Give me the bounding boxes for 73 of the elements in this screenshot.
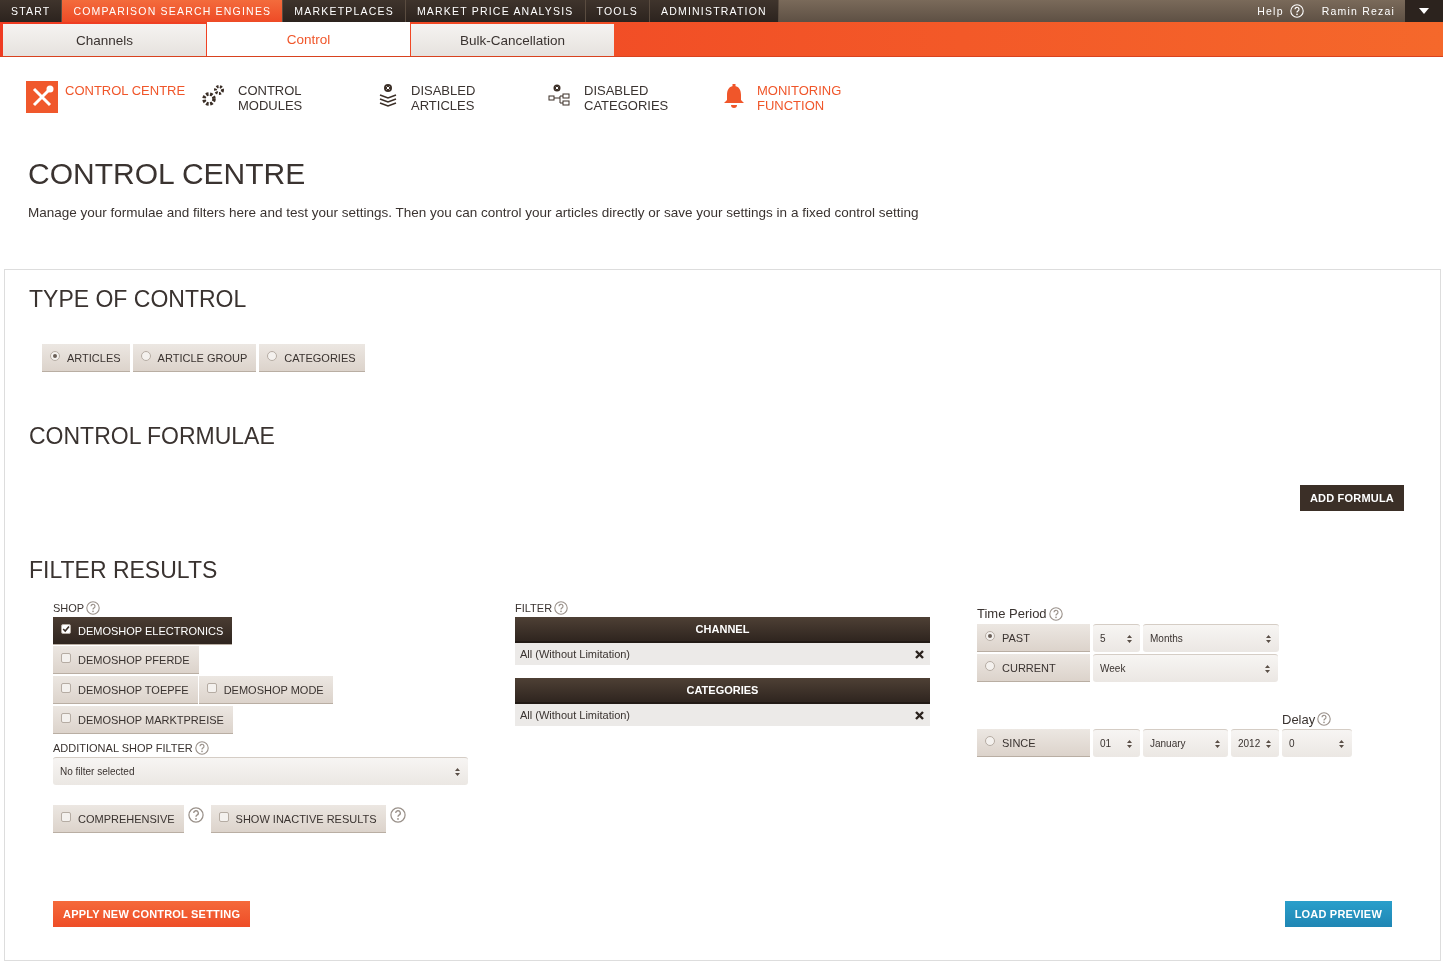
select-arrows-icon	[1214, 738, 1221, 749]
page-description: Manage your formulae and filters here and test your settings. Then you can control your articles directly or save your settings in a fixed control setting	[28, 205, 920, 220]
help-icon	[389, 807, 406, 823]
dropdown-select[interactable]: 0	[1282, 729, 1352, 757]
select-arrows-icon	[1264, 663, 1271, 674]
close-icon[interactable]	[915, 649, 924, 659]
field-label: FILTER	[515, 602, 553, 614]
help-icon	[194, 741, 209, 755]
section-title: FILTER RESULTS	[29, 556, 219, 585]
select-arrows-icon	[1265, 633, 1272, 644]
close-icon[interactable]	[915, 710, 924, 720]
help-icon	[187, 807, 204, 823]
nav-item[interactable]: START	[0, 0, 63, 22]
shop-option[interactable]: DEMOSHOP MODE	[198, 676, 333, 704]
field-label: Delay	[1282, 711, 1316, 727]
field-label: ADDITIONAL SHOP FILTER	[53, 742, 193, 754]
nav-item[interactable]: MARKET PRICE ANALYSIS	[405, 0, 586, 22]
user-menu-button[interactable]	[1405, 0, 1443, 22]
help-icon	[1289, 4, 1304, 18]
help-icon	[86, 601, 101, 615]
filter-value-row: All (Without Limitation)	[515, 704, 930, 726]
select-arrows-icon	[454, 766, 461, 777]
dropdown-select[interactable]: Week	[1093, 654, 1278, 682]
shop-filter-select[interactable]: No filter selected	[53, 757, 468, 785]
module-link[interactable]: CONTROL MODULES	[199, 81, 372, 141]
filter-header: CATEGORIES	[515, 678, 930, 704]
add-formula-button[interactable]: ADD FORMULA	[1299, 485, 1404, 511]
page-title: CONTROL CENTRE	[28, 156, 307, 192]
radio-option[interactable]: ARTICLE GROUP	[132, 344, 257, 372]
select-arrows-icon	[1265, 738, 1272, 749]
help-icon	[554, 601, 569, 615]
tab[interactable]: Bulk-Cancellation	[411, 24, 614, 56]
shop-option[interactable]: DEMOSHOP ELECTRONICS	[53, 617, 233, 645]
module-link[interactable]: MONITORING FUNCTION	[718, 81, 891, 141]
dropdown-select[interactable]: 01	[1093, 729, 1140, 757]
filter-value-row: All (Without Limitation)	[515, 643, 930, 665]
dropdown-select[interactable]: 5	[1093, 624, 1140, 652]
toggle-option[interactable]: COMPREHENSIVE	[53, 805, 184, 833]
shop-option[interactable]: DEMOSHOP MARKTPREISE	[53, 706, 233, 734]
field-label: SHOP	[53, 602, 85, 614]
caret-icon	[1419, 8, 1429, 14]
dropdown-select[interactable]: 2012	[1231, 729, 1279, 757]
module-link[interactable]: DISABLED CATEGORIES	[545, 81, 718, 141]
help-icon	[1317, 712, 1332, 726]
tab[interactable]: Channels	[3, 24, 206, 56]
dropdown-select[interactable]: January	[1143, 729, 1228, 757]
radio-option[interactable]: PAST	[977, 624, 1090, 652]
section-title: TYPE OF CONTROL	[29, 285, 248, 314]
nav-item[interactable]: TOOLS	[585, 0, 650, 22]
radio-option[interactable]: CATEGORIES	[259, 344, 365, 372]
field-label: Time Period	[977, 606, 1047, 621]
user-name[interactable]: Ramin Rezai	[1321, 5, 1395, 17]
help-link[interactable]: Help	[1257, 5, 1284, 17]
section-title: CONTROL FORMULAE	[29, 422, 276, 451]
nav-item[interactable]: MARKETPLACES	[283, 0, 406, 22]
select-arrows-icon	[1126, 633, 1133, 644]
select-arrows-icon	[1338, 738, 1345, 749]
toggle-option[interactable]: SHOW INACTIVE RESULTS	[210, 805, 386, 833]
dropdown-select[interactable]: Months	[1143, 624, 1279, 652]
load-preview-button[interactable]: LOAD PREVIEW	[1284, 901, 1392, 927]
tools-icon	[26, 81, 58, 113]
module-link[interactable]: DISABLED ARTICLES	[372, 81, 545, 141]
shop-option[interactable]: DEMOSHOP TOEPFE	[53, 676, 198, 704]
tab[interactable]: Control	[207, 22, 410, 56]
module-link[interactable]: CONTROL CENTRE	[26, 81, 199, 141]
radio-option[interactable]: CURRENT	[977, 654, 1090, 682]
nav-item[interactable]: ADMINISTRATION	[650, 0, 779, 22]
select-arrows-icon	[1126, 738, 1133, 749]
radio-option[interactable]: SINCE	[977, 729, 1090, 757]
help-icon	[1048, 606, 1063, 621]
shop-option[interactable]: DEMOSHOP PFERDE	[53, 646, 199, 674]
radio-option[interactable]: ARTICLES	[42, 344, 130, 372]
filter-header: CHANNEL	[515, 617, 930, 643]
